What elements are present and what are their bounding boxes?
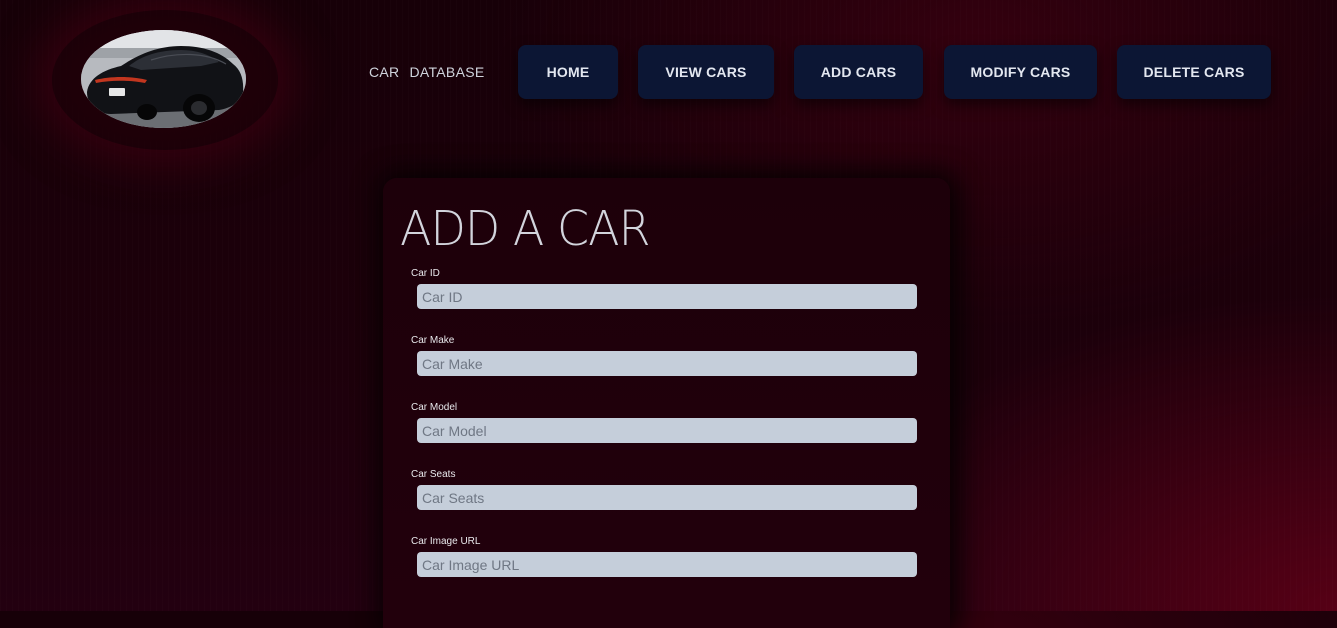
car-make-input[interactable] xyxy=(417,351,917,376)
car-id-label: Car ID xyxy=(411,268,440,279)
nav-add-cars-button[interactable]: ADD CARS xyxy=(794,45,923,99)
car-model-label: Car Model xyxy=(411,402,458,413)
nav-delete-cars-button[interactable]: DELETE CARS xyxy=(1117,45,1271,99)
car-photo-icon xyxy=(81,30,246,128)
nav-view-cars-button[interactable]: VIEW CARS xyxy=(638,45,774,99)
car-make-label: Car Make xyxy=(411,335,455,346)
logo-image[interactable] xyxy=(81,30,246,128)
brand-word-database: DATABASE xyxy=(409,64,485,80)
brand-name[interactable]: CAR DATABASE xyxy=(369,64,484,80)
car-seats-label: Car Seats xyxy=(411,469,456,480)
car-image-url-label: Car Image URL xyxy=(411,536,481,547)
brand-word-car: CAR xyxy=(369,64,400,80)
car-image-url-input[interactable] xyxy=(417,552,917,577)
nav-home-button[interactable]: HOME xyxy=(518,45,618,99)
page-title: ADD A CAR xyxy=(400,200,651,257)
car-model-input[interactable] xyxy=(417,418,917,443)
car-id-input[interactable] xyxy=(417,284,917,309)
nav-modify-cars-button[interactable]: MODIFY CARS xyxy=(944,45,1097,99)
car-seats-input[interactable] xyxy=(417,485,917,510)
